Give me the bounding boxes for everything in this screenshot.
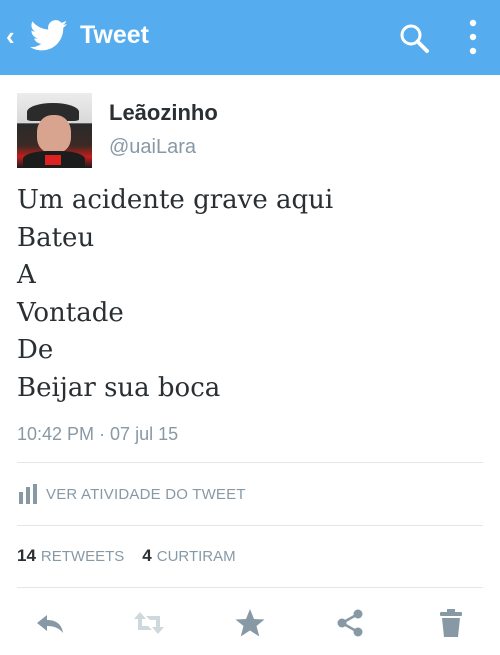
tweet-line: De	[17, 335, 54, 365]
likes-count[interactable]: 4	[142, 546, 151, 566]
more-vertical-icon[interactable]	[466, 18, 480, 56]
retweets-label[interactable]: RETWEETS	[41, 548, 124, 565]
retweet-icon[interactable]	[132, 606, 166, 640]
tweet-stats: 14 RETWEETS 4 CURTIRAM	[17, 546, 254, 566]
tweet-line: Bateu	[17, 222, 95, 253]
avatar-face	[37, 115, 71, 153]
delete-trash-icon[interactable]	[434, 606, 468, 640]
divider	[17, 525, 483, 526]
user-display-name[interactable]: Leãozinho	[109, 100, 218, 126]
share-icon[interactable]	[333, 606, 367, 640]
user-handle[interactable]: @uaiLara	[109, 136, 196, 159]
back-button[interactable]: ‹	[6, 23, 15, 49]
tweet-text: Um acidente grave aqui Bateu A Vontade D…	[17, 182, 487, 407]
tweet-timestamp: 10:42 PM · 07 jul 15	[17, 424, 179, 444]
app-bar: ‹ Tweet	[0, 0, 500, 75]
bar-chart-icon	[19, 484, 37, 504]
view-activity-link[interactable]: VER ATIVIDADE DO TWEET	[17, 482, 246, 506]
retweets-count[interactable]: 14	[17, 546, 36, 566]
tweet-line: Beijar sua boca	[17, 372, 221, 403]
view-activity-label: VER ATIVIDADE DO TWEET	[46, 485, 246, 503]
reply-icon[interactable]	[33, 606, 67, 640]
tweet-line: A	[17, 260, 36, 290]
avatar[interactable]	[17, 93, 92, 168]
tweet-line: Vontade	[17, 297, 124, 328]
avatar-shirt-logo	[45, 155, 61, 165]
likes-label[interactable]: CURTIRAM	[157, 548, 236, 565]
favorite-star-icon[interactable]	[233, 606, 267, 640]
divider	[17, 462, 483, 463]
tweet-line: Um acidente grave aqui	[17, 185, 334, 215]
twitter-bird-icon	[30, 20, 68, 51]
page-title: Tweet	[80, 21, 149, 49]
tweet-action-bar	[0, 598, 500, 648]
divider	[17, 587, 483, 588]
search-icon[interactable]	[398, 22, 430, 54]
